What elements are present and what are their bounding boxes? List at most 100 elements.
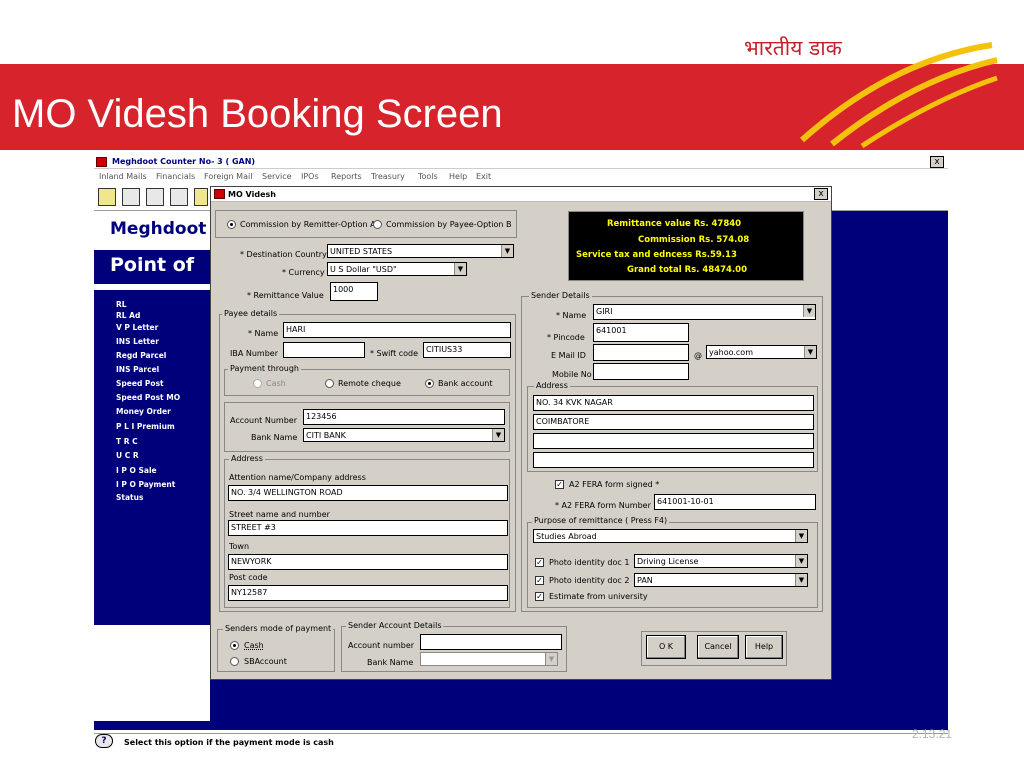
menu-inland-mails[interactable]: Inland Mails: [99, 172, 147, 181]
window-title: Meghdoot Counter No- 3 ( GAN): [112, 157, 256, 166]
pay-cash-radio[interactable]: [253, 379, 262, 388]
sender-bank-name-select[interactable]: ▼: [420, 652, 558, 666]
fera-signed-checkbox[interactable]: ✓: [555, 480, 564, 489]
estimate-checkbox[interactable]: ✓: [535, 592, 544, 601]
senders-mode-sbaccount-label: SBAccount: [244, 657, 287, 666]
menu-exit[interactable]: Exit: [476, 172, 491, 181]
toolbar-tool-icon[interactable]: [194, 188, 208, 206]
account-number-input[interactable]: 123456: [303, 409, 505, 425]
sender-address-line-1[interactable]: NO. 34 KVK NAGAR: [533, 395, 814, 411]
sender-address-line-3[interactable]: [533, 433, 814, 449]
sender-address-line-2[interactable]: COIMBATORE: [533, 414, 814, 430]
sender-bank-name-label: Bank Name: [367, 658, 414, 667]
sidebar-item-ipo-sale[interactable]: I P O Sale: [116, 466, 157, 475]
remittance-value-input[interactable]: 1000: [330, 282, 378, 301]
photo-doc-2-select[interactable]: PAN ▼: [634, 573, 808, 587]
menu-tools[interactable]: Tools: [418, 172, 438, 181]
sidebar-item-ins-letter[interactable]: INS Letter: [116, 337, 159, 346]
street-input[interactable]: STREET #3: [228, 520, 508, 536]
pof-label: Point of: [110, 254, 195, 276]
attention-input[interactable]: NO. 3/4 WELLINGTON ROAD: [228, 485, 508, 501]
fera-signed-label: A2 FERA form signed *: [569, 480, 660, 489]
toolbar-print-icon[interactable]: [122, 188, 140, 206]
email-at-symbol: @: [694, 351, 702, 360]
currency-select[interactable]: U S Dollar "USD" ▼: [327, 262, 467, 276]
commission-option-b-radio[interactable]: [373, 220, 382, 229]
menu-foreign-mail[interactable]: Foreign Mail: [204, 172, 252, 181]
photo-doc-2-checkbox[interactable]: ✓: [535, 576, 544, 585]
menu-reports[interactable]: Reports: [331, 172, 362, 181]
sidebar-item-money-order[interactable]: Money Order: [116, 407, 171, 416]
menu-service[interactable]: Service: [262, 172, 292, 181]
mobile-input[interactable]: [593, 363, 689, 380]
sidebar-item-rl-ad[interactable]: RL Ad: [116, 311, 140, 320]
destination-label: * Destination Country: [240, 250, 327, 259]
sender-address-line-4[interactable]: [533, 452, 814, 468]
help-button[interactable]: Help: [745, 635, 783, 659]
payee-details-label: Payee details: [222, 309, 280, 318]
bank-name-select[interactable]: CITI BANK ▼: [303, 428, 505, 442]
dialog-close-button[interactable]: x: [814, 188, 828, 200]
sender-account-label: Sender Account Details: [346, 621, 444, 630]
toolbar-printer-icon[interactable]: [170, 188, 188, 206]
status-text: Select this option if the payment mode i…: [124, 738, 334, 747]
sidebar-item-regd-parcel[interactable]: Regd Parcel: [116, 351, 166, 360]
commission-option-a-label: Commission by Remitter-Option A: [240, 220, 376, 229]
sidebar-item-status[interactable]: Status: [116, 493, 143, 502]
senders-mode-label: Senders mode of payment: [223, 624, 334, 633]
email-label: E Mail ID: [551, 351, 586, 360]
dialog-title: MO Videsh: [228, 190, 276, 199]
postcode-input[interactable]: NY12587: [228, 585, 508, 601]
menu-ipos[interactable]: IPOs: [301, 172, 319, 181]
sidebar-item-rl[interactable]: RL: [116, 300, 127, 309]
toolbar-screen-icon[interactable]: [146, 188, 164, 206]
menu-help[interactable]: Help: [449, 172, 467, 181]
sidebar-item-speed-post[interactable]: Speed Post: [116, 379, 164, 388]
slide-title: MO Videsh Booking Screen: [12, 92, 503, 136]
sidebar-item-ucr[interactable]: U C R: [116, 451, 139, 460]
ok-button[interactable]: O K: [646, 635, 686, 659]
senders-mode-cash-radio[interactable]: [230, 641, 239, 650]
purpose-value: Studies Abroad: [536, 532, 597, 541]
menu-treasury[interactable]: Treasury: [371, 172, 405, 181]
email-domain-select[interactable]: yahoo.com ▼: [706, 345, 817, 359]
chevron-down-icon: ▼: [795, 530, 807, 542]
window-close-button[interactable]: x: [930, 156, 944, 168]
sender-account-number-label: Account number: [348, 641, 415, 650]
destination-select[interactable]: UNITED STATES ▼: [327, 244, 514, 258]
menu-financials[interactable]: Financials: [156, 172, 195, 181]
email-input[interactable]: [593, 344, 689, 361]
pay-bank-account-radio[interactable]: [425, 379, 434, 388]
photo-doc-1-checkbox[interactable]: ✓: [535, 558, 544, 567]
remittance-value-label: * Remittance Value: [247, 291, 324, 300]
iba-number-input[interactable]: [283, 342, 365, 358]
sidebar-item-ins-parcel[interactable]: INS Parcel: [116, 365, 159, 374]
town-input[interactable]: NEWYORK: [228, 554, 508, 570]
sidebar-item-trc[interactable]: T R C: [116, 437, 138, 446]
payee-name-input[interactable]: HARI: [283, 322, 511, 338]
sender-name-value: GIRI: [596, 307, 613, 316]
sidebar-item-speed-post-mo[interactable]: Speed Post MO: [116, 393, 180, 402]
toolbar-home-icon[interactable]: [98, 188, 116, 206]
sender-account-number-input[interactable]: [420, 634, 562, 650]
grand-total-summary: Grand total Rs. 48474.00: [627, 265, 747, 275]
chevron-down-icon: ▼: [795, 574, 807, 586]
photo-doc-1-value: Driving License: [637, 557, 699, 566]
cancel-button[interactable]: Cancel: [697, 635, 739, 659]
pincode-input[interactable]: 641001: [593, 323, 689, 342]
purpose-select[interactable]: Studies Abroad ▼: [533, 529, 808, 543]
pay-remote-cheque-radio[interactable]: [325, 379, 334, 388]
photo-doc-1-select[interactable]: Driving License ▼: [634, 554, 808, 568]
mobile-label: Mobile No: [552, 370, 592, 379]
swift-code-input[interactable]: CITIUS33: [423, 342, 511, 358]
sidebar-item-ipo-payment[interactable]: I P O Payment: [116, 480, 175, 489]
fera-number-input[interactable]: 641001-10-01: [654, 494, 816, 510]
senders-mode-sbaccount-radio[interactable]: [230, 657, 239, 666]
sidebar-item-pli-premium[interactable]: P L I Premium: [116, 422, 175, 431]
senders-mode-cash-label: Cash: [244, 641, 264, 650]
postcode-label: Post code: [229, 573, 268, 582]
sidebar-item-vp-letter[interactable]: V P Letter: [116, 323, 158, 332]
commission-option-a-radio[interactable]: [227, 220, 236, 229]
chevron-down-icon: ▼: [803, 305, 815, 317]
sender-name-select[interactable]: GIRI ▼: [593, 304, 816, 320]
